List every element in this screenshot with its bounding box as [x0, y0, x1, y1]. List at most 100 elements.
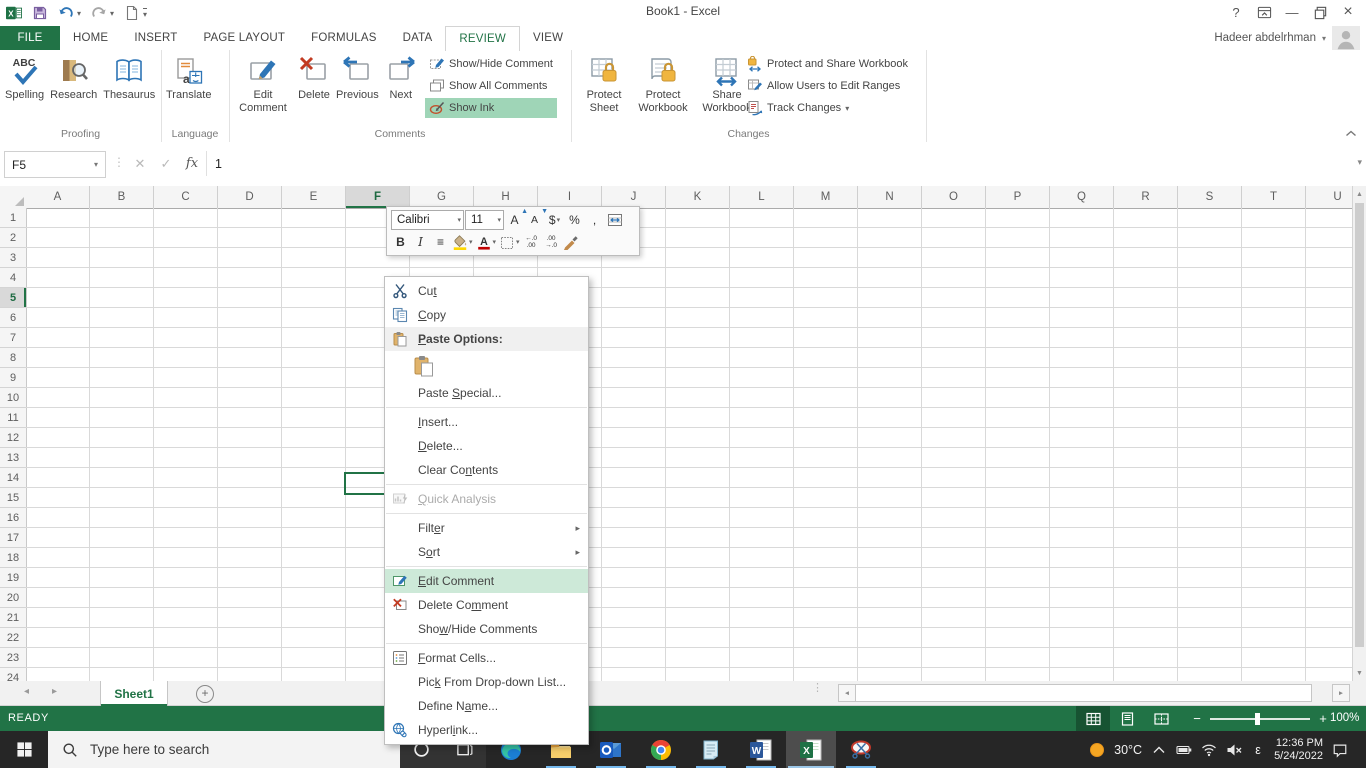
- menu-item-format-cells[interactable]: Format Cells...: [385, 646, 588, 670]
- font-color-button[interactable]: A ▾: [475, 233, 498, 251]
- column-header-b[interactable]: B: [90, 186, 154, 208]
- row-header-5[interactable]: 5: [0, 288, 26, 308]
- percent-style-button[interactable]: %: [565, 211, 584, 229]
- column-header-a[interactable]: A: [26, 186, 90, 208]
- menu-item-cut[interactable]: Cut: [385, 279, 588, 303]
- menu-item-copy[interactable]: Copy: [385, 303, 588, 327]
- row-header-13[interactable]: 13: [0, 448, 26, 468]
- row-header-9[interactable]: 9: [0, 368, 26, 388]
- zoom-level[interactable]: 100%: [1330, 712, 1359, 724]
- expand-formula-bar-icon[interactable]: ▾: [1357, 157, 1362, 168]
- column-header-p[interactable]: P: [986, 186, 1050, 208]
- column-header-r[interactable]: R: [1114, 186, 1178, 208]
- tab-review[interactable]: REVIEW: [445, 26, 520, 51]
- weather-icon[interactable]: [1089, 742, 1105, 758]
- insert-function-button[interactable]: fx: [180, 156, 204, 171]
- normal-view-button[interactable]: [1076, 706, 1110, 731]
- scroll-right-icon[interactable]: ►: [1332, 684, 1350, 702]
- name-box-dropdown-icon[interactable]: ▾: [87, 160, 105, 169]
- column-header-l[interactable]: L: [730, 186, 794, 208]
- previous-sheet-button[interactable]: ◂: [24, 686, 29, 697]
- scroll-up-icon[interactable]: ▲: [1353, 186, 1366, 202]
- taskbar-search[interactable]: [48, 731, 400, 768]
- show-hidden-icons-icon[interactable]: [1151, 742, 1167, 758]
- collapse-ribbon-button[interactable]: [1344, 127, 1358, 139]
- protect-workbook-button[interactable]: Protect Workbook: [631, 53, 695, 116]
- new-sheet-button[interactable]: +: [196, 685, 214, 703]
- zoom-slider-thumb[interactable]: [1255, 712, 1260, 725]
- taskbar-app-outlook[interactable]: [586, 731, 636, 768]
- protect-sheet-button[interactable]: Protect Sheet: [577, 53, 631, 116]
- italic-button[interactable]: I: [411, 233, 430, 251]
- page-layout-view-button[interactable]: [1110, 706, 1144, 731]
- menu-item-delete[interactable]: Delete...: [385, 434, 588, 458]
- bold-button[interactable]: B: [391, 233, 410, 251]
- clock[interactable]: 12:36 PM 5/24/2022: [1274, 737, 1323, 763]
- formula-input[interactable]: 1: [206, 151, 1344, 176]
- column-header-k[interactable]: K: [666, 186, 730, 208]
- column-header-t[interactable]: T: [1242, 186, 1306, 208]
- grid-cells[interactable]: [26, 208, 1352, 681]
- horizontal-scroll-thumb[interactable]: [855, 684, 1312, 702]
- close-button[interactable]: ×: [1334, 0, 1362, 24]
- row-header-17[interactable]: 17: [0, 528, 26, 548]
- fill-color-button[interactable]: ▾: [451, 233, 474, 251]
- tab-page-layout[interactable]: PAGE LAYOUT: [190, 26, 298, 50]
- zoom-out-button[interactable]: −: [1188, 711, 1206, 726]
- tab-view[interactable]: VIEW: [520, 26, 576, 50]
- wifi-icon[interactable]: [1201, 742, 1217, 758]
- column-header-m[interactable]: M: [794, 186, 858, 208]
- scroll-down-icon[interactable]: ▼: [1353, 665, 1366, 681]
- volume-muted-icon[interactable]: [1226, 742, 1242, 758]
- row-header-3[interactable]: 3: [0, 248, 26, 268]
- formula-bar-grip-icon[interactable]: ⋮: [113, 155, 125, 169]
- show-hide-comment-button[interactable]: Show/Hide Comment: [425, 54, 557, 74]
- menu-item-define-name[interactable]: Define Name...: [385, 694, 588, 718]
- borders-button[interactable]: ▾: [498, 233, 521, 251]
- vertical-scroll-thumb[interactable]: [1355, 203, 1364, 647]
- row-header-19[interactable]: 19: [0, 568, 26, 588]
- column-header-e[interactable]: E: [282, 186, 346, 208]
- increase-decimal-button[interactable]: ←.0.00: [522, 233, 541, 251]
- row-header-21[interactable]: 21: [0, 608, 26, 628]
- taskbar-app-word[interactable]: W: [736, 731, 786, 768]
- menu-item-filter[interactable]: Filter ▸: [385, 516, 588, 540]
- tab-file[interactable]: FILE: [0, 26, 60, 50]
- scroll-left-icon[interactable]: ◄: [838, 684, 856, 702]
- name-box[interactable]: F5 ▾: [4, 151, 106, 178]
- column-header-s[interactable]: S: [1178, 186, 1242, 208]
- grow-font-button[interactable]: A ▲: [505, 208, 528, 229]
- track-changes-button[interactable]: Track Changes ▾: [743, 98, 912, 118]
- row-header-18[interactable]: 18: [0, 548, 26, 568]
- row-header-11[interactable]: 11: [0, 408, 26, 428]
- temperature[interactable]: 30°C: [1114, 743, 1142, 757]
- column-header-f[interactable]: F: [346, 186, 410, 208]
- horizontal-scrollbar[interactable]: ◄ ►: [838, 683, 1350, 702]
- page-break-view-button[interactable]: [1144, 706, 1178, 731]
- select-all-button[interactable]: [0, 186, 27, 209]
- row-header-10[interactable]: 10: [0, 388, 26, 408]
- column-header-n[interactable]: N: [858, 186, 922, 208]
- column-header-u[interactable]: U: [1306, 186, 1352, 208]
- row-header-16[interactable]: 16: [0, 508, 26, 528]
- thesaurus-button[interactable]: Thesaurus: [100, 53, 158, 104]
- center-button[interactable]: ≡: [431, 233, 450, 251]
- font-size-combo[interactable]: 11 ▾: [465, 210, 504, 230]
- sheet-tab-sheet1[interactable]: Sheet1: [100, 681, 168, 706]
- user-name[interactable]: Hadeer abdelrhman: [1214, 32, 1316, 44]
- menu-item-sort[interactable]: Sort ▸: [385, 540, 588, 564]
- show-ink-button[interactable]: Show Ink: [425, 98, 557, 118]
- minimize-button[interactable]: —: [1278, 0, 1306, 24]
- menu-item-pick-from-drop-down-list[interactable]: Pick From Drop-down List...: [385, 670, 588, 694]
- column-header-h[interactable]: H: [474, 186, 538, 208]
- row-header-20[interactable]: 20: [0, 588, 26, 608]
- menu-item-show-hide-comments[interactable]: Show/Hide Comments: [385, 617, 588, 641]
- shrink-font-button[interactable]: A ▼: [525, 208, 548, 229]
- row-header-2[interactable]: 2: [0, 228, 26, 248]
- column-header-q[interactable]: Q: [1050, 186, 1114, 208]
- row-header-12[interactable]: 12: [0, 428, 26, 448]
- translate-button[interactable]: a Translate: [163, 53, 214, 104]
- ribbon-display-options-button[interactable]: [1250, 0, 1278, 24]
- menu-item-hyperlink[interactable]: Hyperlink...: [385, 718, 588, 742]
- comma-style-button[interactable]: ,: [585, 211, 604, 229]
